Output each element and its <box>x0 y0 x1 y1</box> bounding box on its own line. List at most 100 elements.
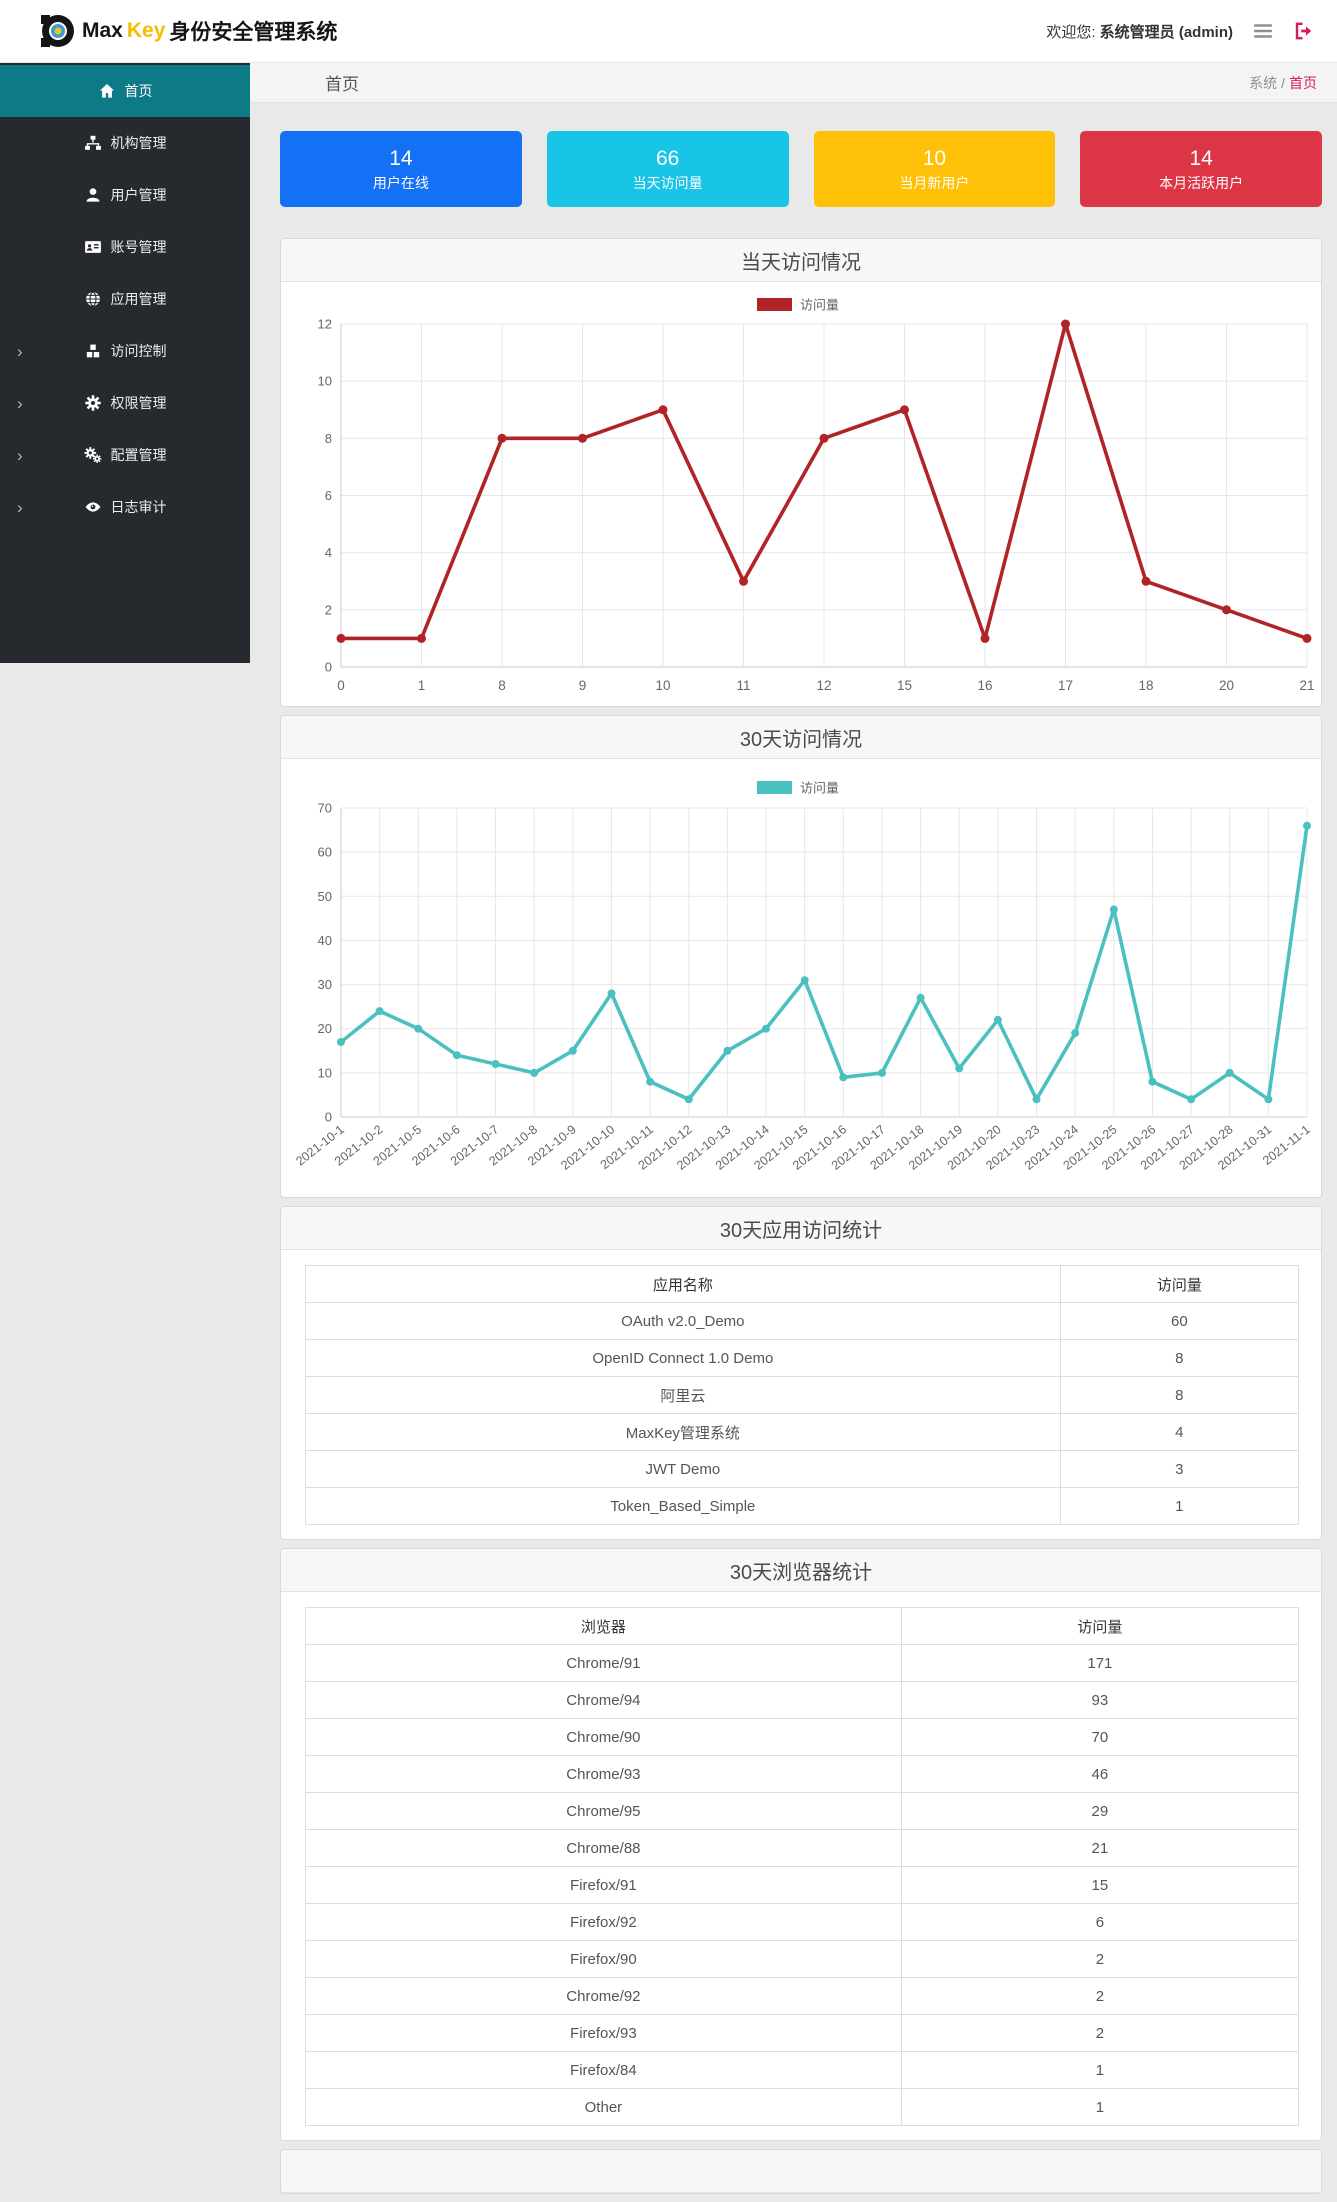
table-cell: 阿里云 <box>305 1376 1061 1414</box>
data-point <box>739 576 748 586</box>
data-point <box>839 1073 848 1082</box>
data-point <box>375 1007 384 1016</box>
table-row: Firefox/90 2 <box>305 1940 1300 1978</box>
y-tick-label: 40 <box>318 933 332 948</box>
data-point <box>568 1046 577 1055</box>
data-point <box>1071 1029 1080 1038</box>
sidebar-item-permission[interactable]: › 权限管理 <box>0 377 250 429</box>
user-icon <box>84 186 102 204</box>
table-cell: OAuth v2.0_Demo <box>305 1302 1061 1340</box>
y-tick-label: 50 <box>318 889 332 904</box>
x-tick-label: 10 <box>655 678 670 693</box>
chevron-right-icon: › <box>17 497 23 517</box>
sidebar-item-access[interactable]: › 访问控制 <box>0 325 250 377</box>
card-title <box>281 2150 1321 2193</box>
sidebar-nav: 首页 机构管理 用户管理 账号管理 应用管理 › 访问控制 › 权限管理 › 配置管理 › 日志审计 <box>0 63 250 663</box>
table-row: Firefox/84 1 <box>305 2051 1300 2089</box>
chevron-right-icon: › <box>17 393 23 413</box>
stat-card: 10 当月新用户 <box>813 131 1056 207</box>
table-cell: Chrome/95 <box>305 1792 902 1830</box>
data-point <box>578 433 587 443</box>
data-point <box>819 433 829 443</box>
y-tick-label: 12 <box>318 317 332 332</box>
table-row: OpenID Connect 1.0 Demo 8 <box>305 1339 1300 1377</box>
browser-stats-table-card: 30天浏览器统计 浏览器 访问量 Chrome/91 171 Chrome/94 93 Ch… <box>280 1548 1322 2141</box>
sidebar-item-app[interactable]: 应用管理 <box>0 273 250 325</box>
sidebar-item-account[interactable]: 账号管理 <box>0 221 250 273</box>
y-tick-label: 2 <box>325 602 332 617</box>
table-cell: MaxKey管理系统 <box>305 1413 1061 1451</box>
cubes-icon <box>84 342 102 360</box>
y-tick-label: 70 <box>318 801 332 816</box>
sidebar-item-label: 配置管理 <box>110 447 167 463</box>
table-header-cell: 访问量 <box>900 1607 1300 1645</box>
table-row: MaxKey管理系统 4 <box>305 1413 1300 1451</box>
sidebar-item-home[interactable]: 首页 <box>0 65 250 117</box>
stat-value: 66 <box>655 147 680 170</box>
data-point <box>452 1051 461 1060</box>
stat-cards-row: 14 用户在线 66 当天访问量 10 当月新用户 14 本月活跃用户 <box>280 131 1322 207</box>
table-row: OAuth v2.0_Demo 60 <box>305 1302 1300 1340</box>
brand-logo[interactable]: Max Key 身份安全管理系统 <box>40 13 337 49</box>
y-tick-label: 6 <box>325 488 332 503</box>
sidebar-item-label: 访问控制 <box>110 343 167 359</box>
sidebar-item-label: 账号管理 <box>110 239 167 255</box>
table-cell: JWT Demo <box>305 1450 1061 1488</box>
table-row: Chrome/93 46 <box>305 1755 1300 1793</box>
data-point <box>497 433 507 443</box>
partial-bottom-card <box>280 2149 1322 2194</box>
y-tick-label: 10 <box>318 1065 332 1080</box>
app-visits-table-card: 30天应用访问统计 应用名称 访问量 OAuth v2.0_Demo 60 OpenID… <box>280 1206 1322 1540</box>
table-cell: 171 <box>900 1644 1300 1682</box>
x-tick-label: 8 <box>498 678 506 693</box>
card-title: 当天访问情况 <box>281 239 1321 282</box>
table-row: Firefox/91 15 <box>305 1866 1300 1904</box>
data-point <box>1061 319 1070 329</box>
y-tick-label: 0 <box>325 1110 332 1125</box>
x-tick-label: 12 <box>816 678 831 693</box>
daily-visits-chart: 0246810120 1 8 9 10 11 12 15 16 17 18 20 21访问量 <box>318 298 1315 694</box>
stat-value: 14 <box>1189 147 1213 170</box>
chevron-right-icon: › <box>17 445 23 465</box>
menu-toggle-icon[interactable] <box>1253 21 1273 41</box>
x-tick-label: 21 <box>1299 678 1314 693</box>
sidebar-item-user[interactable]: 用户管理 <box>0 169 250 221</box>
welcome-label: 欢迎您: <box>1046 23 1096 41</box>
app-visits-table: 应用名称 访问量 OAuth v2.0_Demo 60 OpenID Connect 1… <box>305 1265 1300 1525</box>
data-point <box>530 1068 539 1077</box>
breadcrumb-current-link[interactable]: 首页 <box>1289 75 1317 91</box>
maxkey-logo-icon <box>41 15 74 47</box>
table-cell: OpenID Connect 1.0 Demo <box>305 1339 1061 1377</box>
data-point <box>1032 1095 1041 1104</box>
table-cell: Firefox/92 <box>305 1903 902 1941</box>
data-point <box>1109 905 1118 914</box>
sidebar-item-label: 应用管理 <box>110 291 167 307</box>
sidebar-item-label: 首页 <box>124 83 153 99</box>
x-tick-label: 20 <box>1219 678 1234 693</box>
table-header-cell: 访问量 <box>1059 1265 1300 1303</box>
table-header-cell: 浏览器 <box>305 1607 902 1645</box>
sidebar-item-org[interactable]: 机构管理 <box>0 117 250 169</box>
browser-stats-table: 浏览器 访问量 Chrome/91 171 Chrome/94 93 Chrome/90 70… <box>305 1607 1300 2126</box>
sidebar-item-config[interactable]: › 配置管理 <box>0 429 250 481</box>
table-cell: Firefox/93 <box>305 2014 902 2052</box>
chart-legend[interactable]: 访问量 <box>757 781 839 796</box>
table-cell: Chrome/93 <box>305 1755 902 1793</box>
x-tick-label: 15 <box>897 678 912 693</box>
table-row: JWT Demo 3 <box>305 1450 1300 1488</box>
data-point <box>993 1015 1002 1024</box>
data-point <box>607 989 616 998</box>
sidebar-item-audit[interactable]: › 日志审计 <box>0 481 250 533</box>
table-row: Chrome/94 93 <box>305 1681 1300 1719</box>
data-point <box>1303 821 1311 830</box>
table-row: Other 1 <box>305 2088 1300 2126</box>
card-title: 30天应用访问统计 <box>281 1207 1321 1250</box>
stat-value: 10 <box>922 147 947 170</box>
table-cell: Firefox/84 <box>305 2051 902 2089</box>
stat-label: 用户在线 <box>372 175 429 191</box>
brand-text-max: Max <box>82 19 123 42</box>
x-tick-label: 18 <box>1138 678 1153 693</box>
logout-icon[interactable] <box>1293 21 1313 41</box>
chart-legend[interactable]: 访问量 <box>757 298 839 313</box>
table-cell: 1 <box>900 2051 1300 2089</box>
